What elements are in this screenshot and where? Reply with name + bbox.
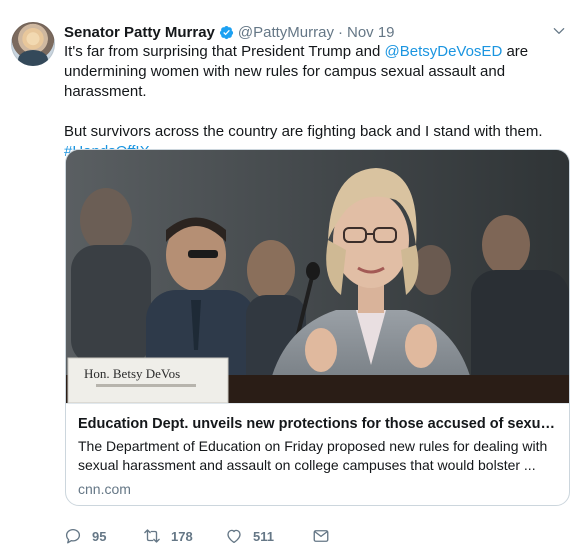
avatar[interactable] — [11, 22, 55, 66]
link-card[interactable]: Hon. Betsy DeVos Education Dept. unveils… — [65, 149, 570, 506]
card-text[interactable]: Education Dept. unveils new protections … — [66, 403, 569, 505]
heart-icon — [227, 529, 241, 544]
separator-dot: · — [337, 23, 343, 41]
tweet-header: Senator Patty Murray @PattyMurray · Nov … — [64, 22, 395, 42]
card-title[interactable]: Education Dept. unveils new protections … — [78, 415, 558, 434]
retweet-count: 178 — [171, 528, 193, 544]
reply-icon — [65, 528, 81, 544]
author-name[interactable]: Senator Patty Murray — [64, 24, 215, 41]
tweet-date[interactable]: Nov 19 — [347, 24, 395, 41]
tweet-paragraph-2: But survivors across the country are fig… — [64, 123, 543, 140]
mention-link[interactable]: @BetsyDeVosED — [385, 43, 503, 60]
reply-button[interactable]: 95 — [64, 527, 143, 545]
envelope-icon — [313, 530, 329, 542]
retweet-icon — [144, 529, 160, 543]
like-button[interactable]: 511 — [225, 527, 312, 545]
verified-badge-icon — [219, 25, 233, 39]
direct-message-button[interactable] — [312, 527, 340, 545]
card-image[interactable]: Hon. Betsy DeVos — [66, 150, 569, 403]
avatar-shoulders — [18, 50, 48, 66]
nameplate-text: Hon. Betsy DeVos — [84, 366, 180, 381]
retweet-button[interactable]: 178 — [143, 527, 225, 545]
tweet-paragraph-1: It's far from surprising that President … — [64, 42, 564, 102]
card-domain: cnn.com — [78, 481, 131, 497]
author-handle[interactable]: @PattyMurray — [238, 24, 334, 41]
like-count: 511 — [253, 528, 274, 544]
tweet-text: It's far from surprising that President … — [64, 42, 564, 162]
card-description: The Department of Education on Friday pr… — [78, 438, 548, 473]
chevron-down-icon[interactable] — [548, 20, 570, 42]
card-photo: Hon. Betsy DeVos — [66, 150, 569, 403]
reply-count: 95 — [92, 528, 107, 544]
tweet-text-part: It's far from surprising that President … — [64, 43, 385, 60]
tweet-actions: 95 178 511 — [64, 526, 340, 546]
tweet[interactable]: Senator Patty Murray @PattyMurray · Nov … — [0, 0, 578, 550]
